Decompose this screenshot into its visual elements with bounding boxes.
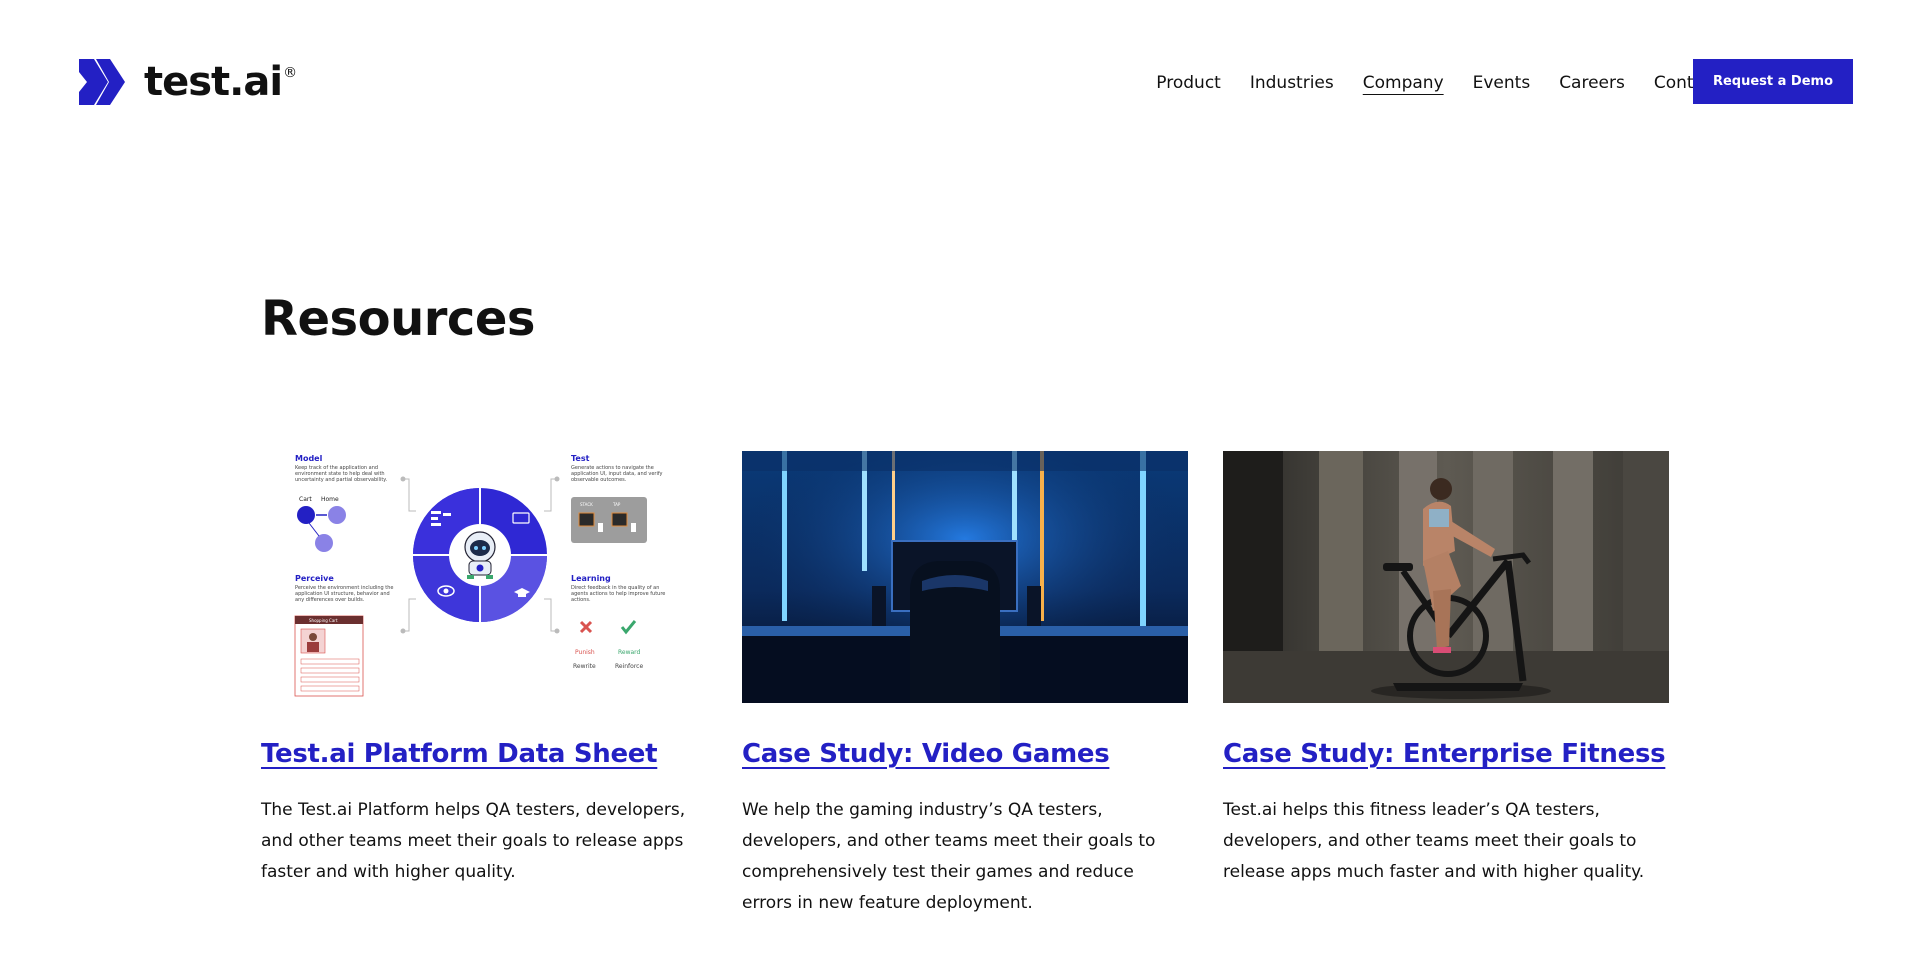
page-title: Resources xyxy=(261,291,535,347)
card-title-enterprise-fitness[interactable]: Case Study: Enterprise Fitness xyxy=(1223,737,1666,771)
diagram-rewrite-label: Rewrite xyxy=(573,663,596,670)
resource-card-enterprise-fitness: Case Study: Enterprise Fitness Test.ai h… xyxy=(1223,451,1669,936)
diagram-perceive-label: Perceive xyxy=(295,574,334,583)
diagram-test-label: Test xyxy=(571,454,590,463)
nav-company[interactable]: Company xyxy=(1363,59,1444,107)
gaming-setup-photo[interactable] xyxy=(742,451,1188,703)
logo-wordmark: test.ai xyxy=(144,59,283,105)
nav-product[interactable]: Product xyxy=(1156,59,1221,107)
diagram-learning-text: Direct feedback in the quality of an age… xyxy=(571,585,666,603)
logo-link[interactable]: test.ai ® xyxy=(79,58,297,106)
diagram-punish-label: Punish xyxy=(575,649,595,656)
nav-events[interactable]: Events xyxy=(1473,59,1531,107)
diagram-stack-label: STACK xyxy=(580,502,593,507)
nav-industries[interactable]: Industries xyxy=(1250,59,1334,107)
diagram-reward-label: Reward xyxy=(618,649,641,656)
diagram-cart-label: Cart xyxy=(299,496,312,503)
resource-card-video-games: Case Study: Video Games We help the gami… xyxy=(742,451,1188,936)
card-title-data-sheet[interactable]: Test.ai Platform Data Sheet xyxy=(261,737,658,771)
platform-diagram-image[interactable]: Model Keep track of the application and … xyxy=(261,451,707,703)
diagram-learning-label: Learning xyxy=(571,574,611,583)
resource-card-data-sheet: Model Keep track of the application and … xyxy=(261,451,707,936)
card-desc-data-sheet: The Test.ai Platform helps QA testers, d… xyxy=(261,800,686,882)
site-header: test.ai ® Product Industries Company Eve… xyxy=(0,0,1920,170)
nav-careers[interactable]: Careers xyxy=(1559,59,1625,107)
diagram-perceive-text: Perceive the environment including the a… xyxy=(295,585,394,603)
main-nav: Product Industries Company Events Career… xyxy=(1156,59,1720,107)
resource-cards: Model Keep track of the application and … xyxy=(261,451,1669,936)
trademark-mark: ® xyxy=(283,65,298,81)
card-title-video-games[interactable]: Case Study: Video Games xyxy=(742,737,1110,771)
diagram-shopping-cart-label: Shopping Cart xyxy=(309,618,338,623)
request-demo-button[interactable]: Request a Demo xyxy=(1693,59,1853,104)
exercise-bike-photo[interactable] xyxy=(1223,451,1669,703)
logo-chevrons-icon xyxy=(79,59,125,105)
diagram-tap-label: TAP xyxy=(612,502,621,507)
diagram-model-text: Keep track of the application and enviro… xyxy=(295,465,388,483)
diagram-reinforce-label: Reinforce xyxy=(615,663,643,670)
card-desc-video-games: We help the gaming industry’s QA testers… xyxy=(742,800,1156,913)
diagram-model-label: Model xyxy=(295,454,323,463)
diagram-test-text: Generate actions to navigate the applica… xyxy=(571,465,663,483)
diagram-home-label: Home xyxy=(321,496,339,503)
card-desc-enterprise-fitness: Test.ai helps this fitness leader’s QA t… xyxy=(1223,800,1645,882)
